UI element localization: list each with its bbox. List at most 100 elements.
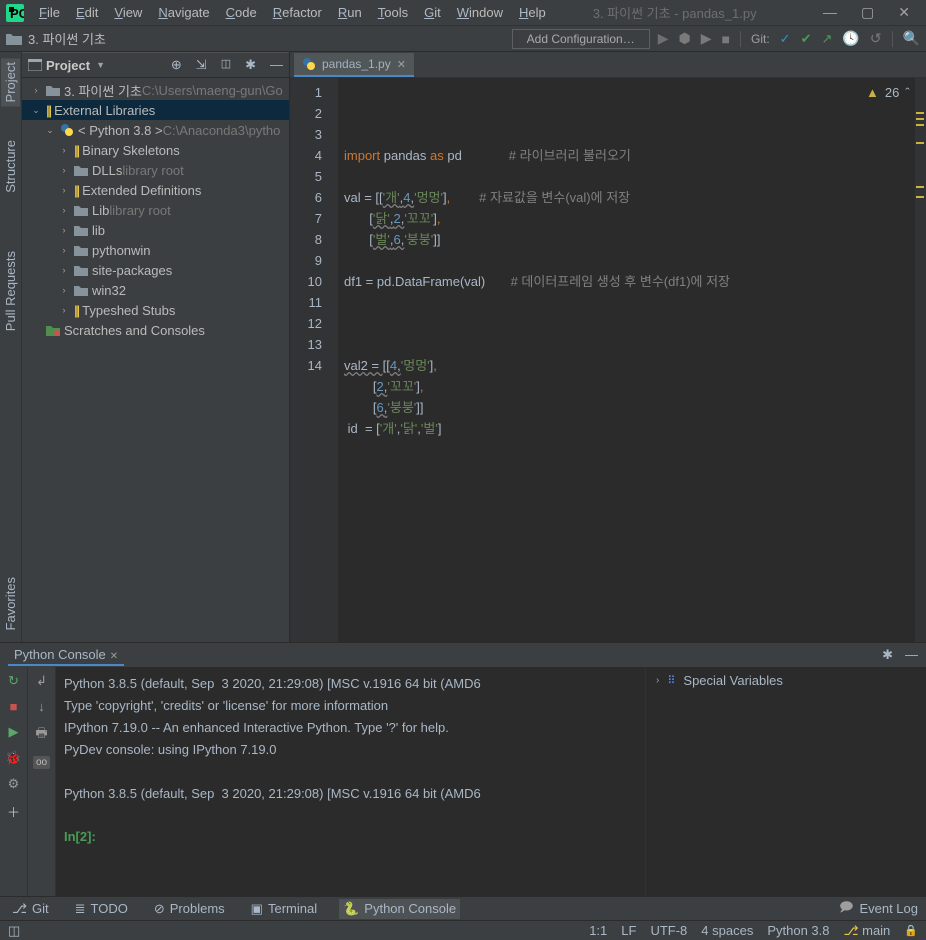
console-settings-icon[interactable]: ⚙	[8, 776, 20, 792]
collapse-all-icon[interactable]: ◫	[221, 57, 231, 73]
toolwindow-todo[interactable]: ≣TODO	[71, 899, 132, 919]
tree-node[interactable]: ›Lib library root	[22, 200, 289, 220]
maximize-icon[interactable]: ▢	[861, 4, 874, 21]
menu-code[interactable]: Code	[219, 3, 264, 22]
project-panel-title[interactable]: Project	[46, 58, 90, 73]
fold-gutter[interactable]	[330, 78, 338, 642]
project-panel: Project ▼ ⊕ ⇲ ◫ ✱ — ›3. 파이썬 기초 C:\Users\…	[22, 52, 290, 642]
project-view-icon	[28, 59, 42, 71]
left-tab-structure[interactable]: Structure	[1, 136, 20, 197]
tree-node[interactable]: ›lib	[22, 220, 289, 240]
code-content[interactable]: ▲26 ˆ ˇ import pandas as pd # 라이브러리 불러오기…	[338, 78, 926, 642]
toolwindow-python-console[interactable]: 🐍Python Console	[339, 899, 460, 919]
project-tree[interactable]: ›3. 파이썬 기초 C:\Users\maeng-gun\Go⌄|||Exte…	[22, 78, 289, 642]
menu-navigate[interactable]: Navigate	[151, 3, 216, 22]
editor-tab-pandas[interactable]: pandas_1.py ✕	[294, 53, 414, 77]
tree-node[interactable]: ⌄< Python 3.8 > C:\Anaconda3\pytho	[22, 120, 289, 140]
tree-node[interactable]: Scratches and Consoles	[22, 320, 289, 340]
tree-node[interactable]: ›win32	[22, 280, 289, 300]
menu-refactor[interactable]: Refactor	[266, 3, 329, 22]
left-tab-favorites[interactable]: Favorites	[1, 573, 20, 634]
show-vars-icon[interactable]: oo	[33, 756, 50, 769]
menu-run[interactable]: Run	[331, 3, 369, 22]
minimize-icon[interactable]: —	[823, 4, 837, 21]
svg-text:PC: PC	[10, 6, 24, 21]
rerun-icon[interactable]: ↻	[8, 673, 19, 689]
git-rollback-icon[interactable]: ↺	[870, 30, 882, 47]
editor-body[interactable]: 1234567891011121314 ▲26 ˆ ˇ import panda…	[290, 78, 926, 642]
soft-wrap-icon[interactable]: ↲	[36, 673, 47, 689]
close-console-icon[interactable]: ✕	[110, 651, 118, 662]
tree-node[interactable]: ›3. 파이썬 기초 C:\Users\maeng-gun\Go	[22, 80, 289, 100]
hide-panel-icon[interactable]: —	[270, 57, 283, 73]
inspection-summary[interactable]: ▲26 ˆ ˇ	[866, 82, 920, 103]
add-configuration-button[interactable]: Add Configuration…	[512, 29, 650, 49]
scroll-end-icon[interactable]: ↓	[38, 699, 45, 714]
stop-console-icon[interactable]: ■	[10, 699, 18, 714]
menu-file[interactable]: File	[32, 3, 67, 22]
hide-console-icon[interactable]: —	[905, 647, 918, 663]
caret-position[interactable]: 1:1	[589, 923, 607, 938]
tree-node[interactable]: ›|||Typeshed Stubs	[22, 300, 289, 320]
variables-panel[interactable]: › ⠿ Special Variables	[646, 667, 926, 896]
line-separator[interactable]: LF	[621, 923, 636, 938]
menu-git[interactable]: Git	[417, 3, 448, 22]
debug-icon[interactable]: ⬢	[679, 30, 691, 47]
dropdown-chevron-icon[interactable]: ▼	[96, 60, 105, 70]
console-tab[interactable]: Python Console✕	[8, 645, 124, 666]
tree-node[interactable]: ›DLLs library root	[22, 160, 289, 180]
tree-node[interactable]: ›|||Extended Definitions	[22, 180, 289, 200]
menu-view[interactable]: View	[107, 3, 149, 22]
git-branch[interactable]: ⎇ main	[844, 923, 891, 939]
git-push-icon[interactable]: ↗	[821, 31, 832, 47]
python-file-icon	[302, 57, 316, 71]
debug-console-icon[interactable]: 🐞	[5, 750, 21, 766]
toolwindow-problems[interactable]: ⊘Problems	[150, 899, 229, 919]
run-coverage-icon[interactable]: ▶	[701, 30, 712, 47]
menu-tools[interactable]: Tools	[371, 3, 415, 22]
select-opened-file-icon[interactable]: ⊕	[171, 57, 182, 73]
menu-window[interactable]: Window	[450, 3, 510, 22]
file-encoding[interactable]: UTF-8	[650, 923, 687, 938]
run-icon[interactable]: ▶	[658, 30, 669, 47]
tree-node[interactable]: ›site-packages	[22, 260, 289, 280]
event-log-button[interactable]: Event Log	[859, 901, 918, 916]
error-stripe[interactable]	[914, 78, 926, 642]
expand-all-icon[interactable]: ⇲	[196, 57, 207, 73]
breadcrumb[interactable]: 3. 파이썬 기초	[28, 29, 106, 48]
new-console-icon[interactable]: ＋	[7, 802, 20, 821]
left-tab-pull-requests[interactable]: Pull Requests	[1, 247, 20, 335]
expand-vars-icon[interactable]: ›	[656, 675, 659, 686]
print-icon[interactable]: 🖶	[35, 724, 47, 746]
menu-help[interactable]: Help	[512, 3, 553, 22]
toolwindow-git[interactable]: ⎇Git	[8, 899, 53, 919]
left-tab-project[interactable]: Project	[1, 58, 20, 106]
tree-node[interactable]: ›pythonwin	[22, 240, 289, 260]
indent-settings[interactable]: 4 spaces	[701, 923, 753, 938]
close-tab-icon[interactable]: ✕	[397, 58, 406, 71]
prev-highlight-icon[interactable]: ˆ	[905, 82, 909, 103]
menu-edit[interactable]: Edit	[69, 3, 105, 22]
git-commit-icon[interactable]: ✔	[801, 31, 812, 47]
toolwindow-terminal[interactable]: ▣Terminal	[247, 899, 321, 919]
left-tool-gutter: Project Structure Pull Requests Favorite…	[0, 52, 22, 642]
close-icon[interactable]: ✕	[898, 4, 910, 21]
stop-icon[interactable]: ■	[722, 31, 730, 47]
special-vars-icon: ⠿	[667, 674, 675, 687]
search-everywhere-icon[interactable]: 🔍	[903, 30, 920, 47]
title-bar: PC FileEditViewNavigateCodeRefactorRunTo…	[0, 0, 926, 26]
tree-node[interactable]: ›|||Binary Skeletons	[22, 140, 289, 160]
settings-icon[interactable]: ✱	[245, 57, 256, 73]
git-update-icon[interactable]: ✓	[780, 31, 791, 47]
python-interpreter[interactable]: Python 3.8	[767, 923, 829, 938]
console-output[interactable]: Python 3.8.5 (default, Sep 3 2020, 21:29…	[56, 667, 646, 896]
window-title: 3. 파이썬 기초 - pandas_1.py	[593, 3, 757, 22]
readonly-lock-icon[interactable]: 🔒	[904, 924, 918, 937]
line-number-gutter: 1234567891011121314	[290, 78, 330, 642]
execute-icon[interactable]: ▶	[9, 724, 19, 740]
todo-icon: ≣	[75, 901, 86, 917]
git-history-icon[interactable]: 🕓	[842, 30, 859, 47]
panel-settings-icon[interactable]: ✱	[882, 647, 893, 663]
tree-node[interactable]: ⌄|||External Libraries	[22, 100, 289, 120]
tool-window-quick-access-icon[interactable]: ◫	[8, 923, 20, 939]
